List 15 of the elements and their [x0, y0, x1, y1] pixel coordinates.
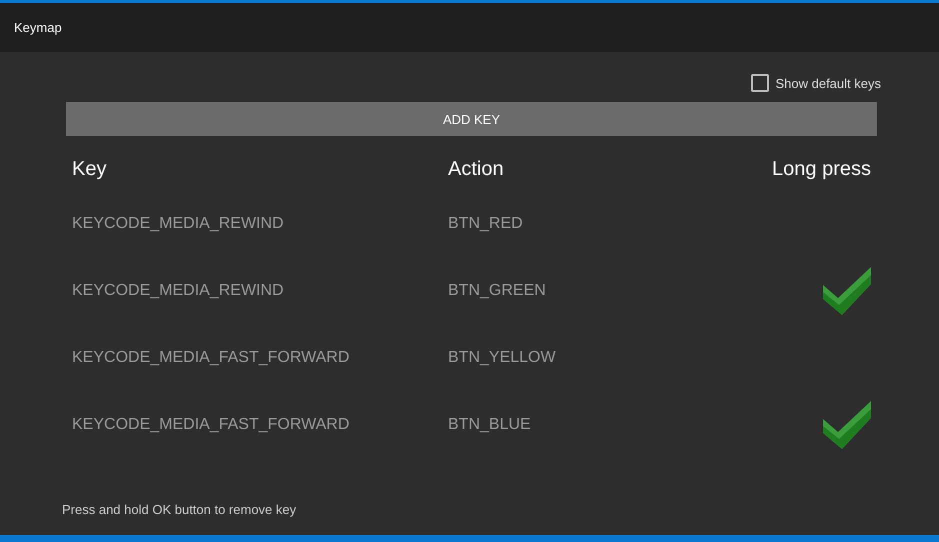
column-header: Key [72, 158, 108, 180]
key-cell-text: KEYCODE_MEDIA_FAST_FORWARD [72, 416, 350, 434]
action-cell-text: BTN_YELLOW [448, 348, 557, 366]
add-key-button[interactable]: ADD KEY [66, 102, 877, 136]
column-header: Action [448, 158, 505, 180]
window-title: Keymap [14, 20, 62, 35]
column-header: Long press [772, 158, 871, 180]
show-default-keys-checkbox[interactable]: Show default keys [751, 72, 881, 94]
action-cell-text: BTN_BLUE [448, 416, 532, 434]
hint-text: Press and hold OK button to remove key [62, 502, 298, 517]
key-cell-text: KEYCODE_MEDIA_FAST_FORWARD [72, 348, 350, 366]
action-cell-text: BTN_GREEN [448, 282, 547, 300]
key-cell-text: KEYCODE_MEDIA_REWIND [72, 214, 285, 232]
key-cell-text: KEYCODE_MEDIA_REWIND [72, 282, 285, 300]
action-cell-text: BTN_RED [448, 214, 524, 232]
